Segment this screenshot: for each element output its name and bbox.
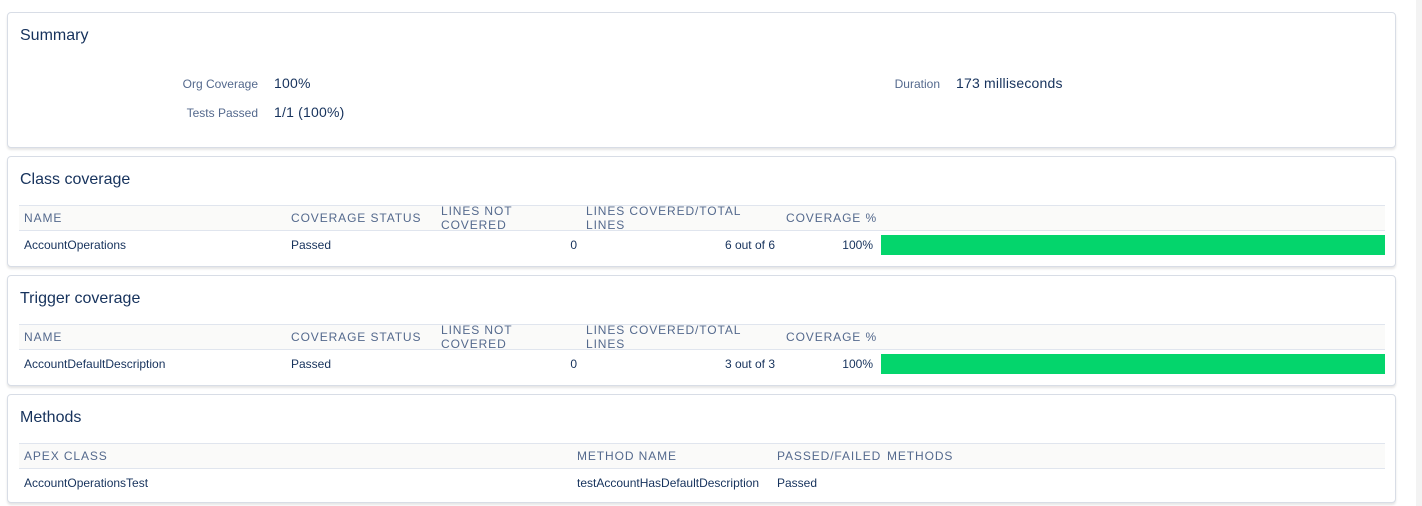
col-header-method-name[interactable]: METHOD NAME [572, 449, 772, 463]
table-row[interactable]: AccountDefaultDescription Passed 0 3 out… [19, 350, 1385, 378]
table-row[interactable]: AccountOperationsTest testAccountHasDefa… [19, 469, 1385, 497]
table-row[interactable]: AccountOperations Passed 0 6 out of 6 10… [19, 231, 1385, 259]
col-header-methods[interactable]: METHODS [882, 449, 1385, 463]
lines-covered-total-cell: 3 out of 3 [724, 357, 775, 371]
col-header-name[interactable]: NAME [19, 211, 286, 225]
tests-passed-label: Tests Passed [186, 106, 258, 120]
coverage-bar-fill [881, 235, 1385, 255]
table-header: APEX CLASS METHOD NAME PASSED/FAILED MET… [19, 443, 1385, 469]
col-header-apex-class[interactable]: APEX CLASS [19, 449, 572, 463]
methods-card: Methods APEX CLASS METHOD NAME PASSED/FA… [7, 394, 1396, 503]
methods-title: Methods [20, 409, 82, 426]
col-header-coverage-pct[interactable]: COVERAGE % [781, 211, 881, 225]
lines-not-covered-cell: 0 [570, 238, 577, 252]
col-header-coverage-pct[interactable]: COVERAGE % [781, 330, 881, 344]
coverage-bar [881, 354, 1385, 374]
col-header-name[interactable]: NAME [19, 330, 286, 344]
trigger-coverage-table: NAME COVERAGE STATUS LINES NOT COVERED L… [19, 323, 1385, 378]
apex-class-cell[interactable]: AccountOperationsTest [19, 476, 572, 490]
col-header-coverage-status[interactable]: COVERAGE STATUS [286, 211, 436, 225]
lines-covered-total-cell: 6 out of 6 [724, 238, 775, 252]
coverage-pct-cell: 100% [842, 357, 873, 371]
trigger-coverage-title: Trigger coverage [20, 290, 141, 307]
col-header-lines-not-covered[interactable]: LINES NOT COVERED [436, 323, 581, 351]
methods-table: APEX CLASS METHOD NAME PASSED/FAILED MET… [19, 443, 1385, 497]
coverage-status-cell: Passed [291, 357, 332, 371]
duration-row: Duration 173 milliseconds [8, 75, 1063, 91]
col-header-passed-failed[interactable]: PASSED/FAILED [772, 449, 882, 463]
coverage-bar-fill [881, 354, 1385, 374]
coverage-status-cell: Passed [291, 238, 332, 252]
class-coverage-table: NAME COVERAGE STATUS LINES NOT COVERED L… [19, 204, 1385, 259]
duration-label: Duration [894, 77, 940, 91]
tests-passed-row: Tests Passed 1/1 (100%) [8, 104, 345, 120]
method-name-cell[interactable]: testAccountHasDefaultDescription [572, 476, 772, 490]
passed-failed-cell: Passed [777, 476, 818, 490]
class-name-cell[interactable]: AccountOperations [19, 238, 286, 252]
coverage-bar [881, 235, 1385, 255]
col-header-lines-covered-total[interactable]: LINES COVERED/TOTAL LINES [581, 204, 781, 232]
class-coverage-card: Class coverage NAME COVERAGE STATUS LINE… [7, 156, 1396, 267]
coverage-pct-cell: 100% [842, 238, 873, 252]
scrollbar-track[interactable] [1416, 0, 1422, 506]
trigger-coverage-card: Trigger coverage NAME COVERAGE STATUS LI… [7, 275, 1396, 386]
col-header-lines-not-covered[interactable]: LINES NOT COVERED [436, 204, 581, 232]
table-header: NAME COVERAGE STATUS LINES NOT COVERED L… [19, 204, 1385, 232]
summary-title: Summary [20, 27, 89, 44]
trigger-name-cell[interactable]: AccountDefaultDescription [19, 357, 286, 371]
lines-not-covered-cell: 0 [570, 357, 577, 371]
tests-passed-value: 1/1 (100%) [274, 104, 345, 120]
table-header: NAME COVERAGE STATUS LINES NOT COVERED L… [19, 323, 1385, 351]
col-header-lines-covered-total[interactable]: LINES COVERED/TOTAL LINES [581, 323, 781, 351]
col-header-coverage-status[interactable]: COVERAGE STATUS [286, 330, 436, 344]
class-coverage-title: Class coverage [20, 171, 131, 188]
summary-card: Summary Org Coverage 100% Tests Passed 1… [7, 12, 1396, 148]
duration-value: 173 milliseconds [956, 75, 1063, 91]
